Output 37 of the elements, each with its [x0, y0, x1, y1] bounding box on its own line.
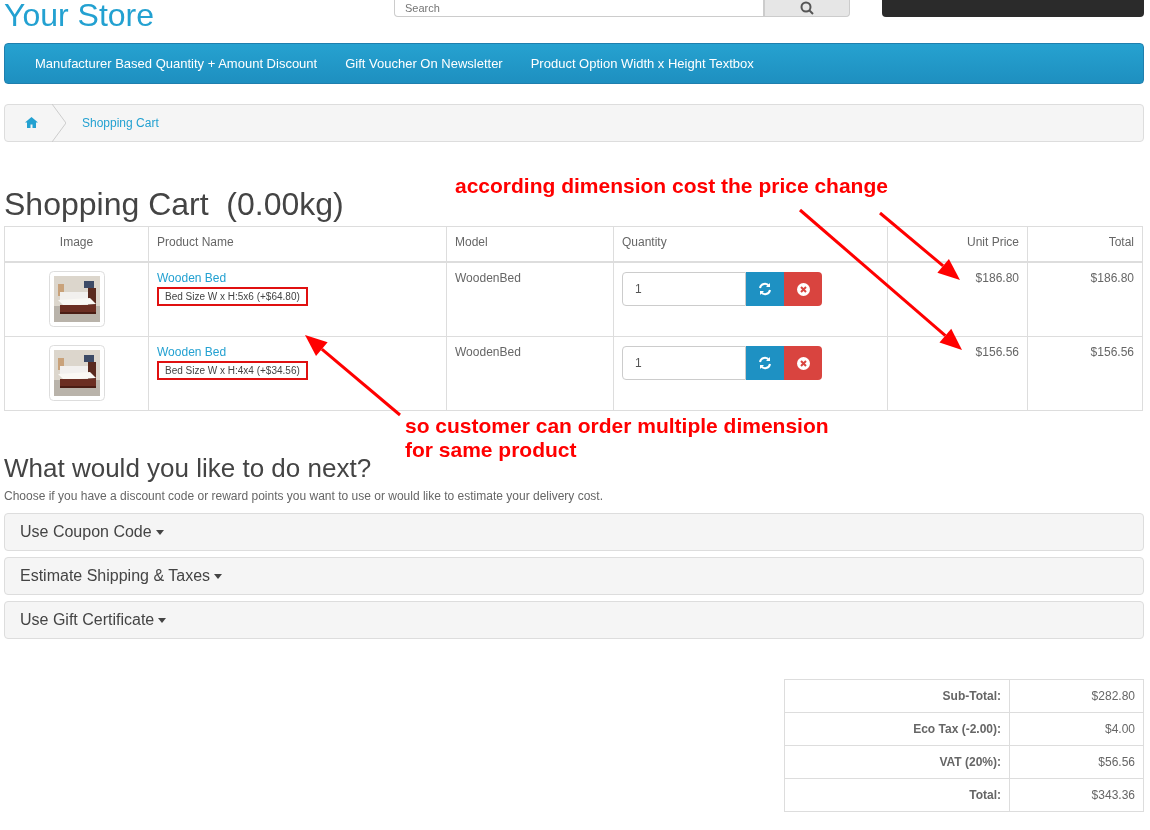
product-option: Bed Size W x H:5x6 (+$64.80) — [157, 287, 308, 306]
annotation-text: according dimension cost the price change — [455, 174, 888, 198]
table-cell: $186.80 — [1027, 262, 1143, 337]
accordion-panel[interactable]: Estimate Shipping & Taxes — [4, 557, 1144, 595]
total-value: $282.80 — [1009, 679, 1144, 713]
table-cell: WoodenBed — [446, 336, 614, 411]
product-link[interactable]: Wooden Bed — [157, 345, 227, 359]
nav-link[interactable]: Gift Voucher On Newsletter — [331, 56, 517, 71]
accordion-panel[interactable]: Use Coupon Code — [4, 513, 1144, 551]
column-header: Product Name — [148, 226, 447, 262]
table-cell: $156.56 — [1027, 336, 1143, 411]
quantity-field[interactable]: 1 — [622, 346, 746, 380]
product-link[interactable]: Wooden Bed — [157, 271, 227, 285]
section-heading: What would you like to do next? — [4, 452, 372, 485]
nav-link[interactable]: Product Option Width x Height Textbox — [516, 56, 768, 71]
section-description: Choose if you have a discount code or reward points you want to use or would like to estimate your delivery cost. — [4, 489, 604, 503]
total-value: $4.00 — [1009, 712, 1144, 746]
quantity-field[interactable]: 1 — [622, 272, 746, 306]
total-label: Eco Tax (-2.00): — [784, 712, 1010, 746]
accordion-panel[interactable]: Use Gift Certificate — [4, 601, 1144, 639]
total-value: $343.36 — [1009, 778, 1144, 812]
product-option: Bed Size W x H:4x4 (+$34.56) — [157, 361, 308, 380]
column-header: Total — [1027, 226, 1143, 262]
breadcrumb-link[interactable]: Shopping Cart — [66, 116, 169, 130]
table-cell: WoodenBed — [446, 262, 614, 337]
nav-link[interactable]: Manufacturer Based Quantity + Amount Discount — [21, 56, 332, 71]
total-value: $56.56 — [1009, 745, 1144, 779]
column-header: Quantity — [613, 226, 888, 262]
page-heading: Shopping Cart (0.00kg) — [4, 185, 344, 224]
store-name[interactable]: Your Store — [4, 0, 394, 30]
annotation-text: so customer can order multiple dimension for same product — [405, 414, 829, 462]
total-label: Sub-Total: — [784, 679, 1010, 713]
column-header: Unit Price — [887, 226, 1028, 262]
total-label: VAT (20%): — [784, 745, 1010, 779]
column-header: Model — [446, 226, 614, 262]
column-header: Image — [4, 226, 149, 262]
total-label: Total: — [784, 778, 1010, 812]
